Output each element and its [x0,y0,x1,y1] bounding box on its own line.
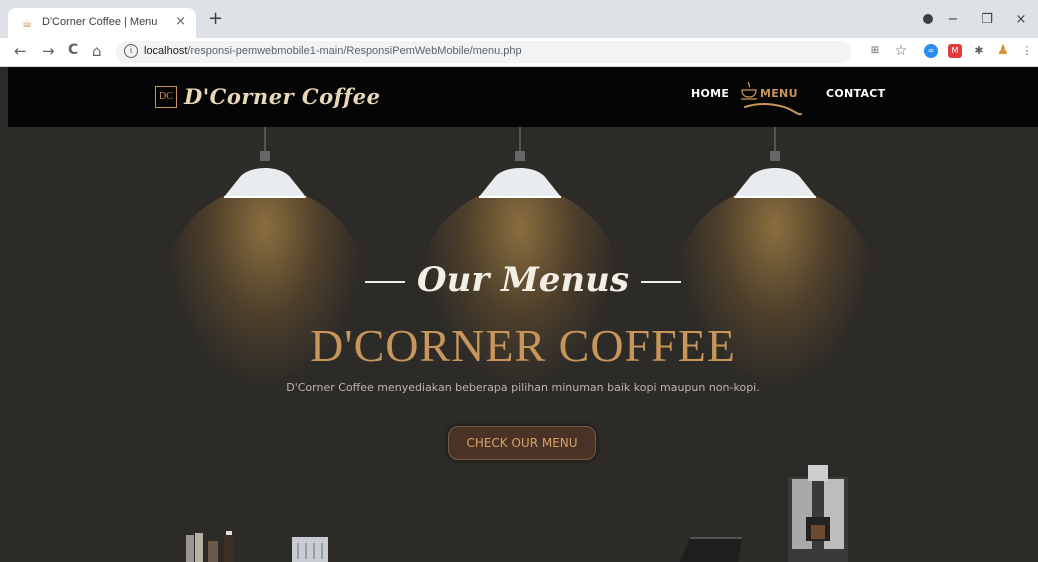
restore-button[interactable]: ❐ [970,12,1004,27]
hero-section: Our Menus D'CORNER COFFEE D'Corner Coffe… [8,127,1038,562]
browser-tab[interactable]: ☕ D'Corner Coffee | Menu × [8,8,196,38]
extensions-puzzle-icon[interactable]: ✱ [972,44,986,58]
url-path: /responsi-pemwebmobile1-main/ResponsiPem… [187,45,522,57]
hero-title: D'CORNER COFFEE [310,320,736,371]
browser-toolbar: ← → C ⌂ i localhost/responsi-pemwebmobil… [0,38,1038,67]
window-controls: − ❐ × [936,0,1038,38]
new-tab-button[interactable]: + [208,10,223,28]
nav-contact[interactable]: CONTACT [826,87,885,100]
extension-red-icon[interactable]: M [948,44,962,58]
site-navbar: DC D'Corner Coffee HOME MENU CONTACT [8,67,1038,127]
browser-menu-icon[interactable]: ⋮ [1020,44,1034,58]
coffee-favicon-icon: ☕ [21,16,33,30]
logo-text[interactable]: D'Corner Coffee [184,84,380,109]
translate-icon[interactable]: ⊞ [868,44,882,58]
home-button[interactable]: ⌂ [92,42,102,60]
check-menu-button[interactable]: CHECK OUR MENU [448,426,596,460]
active-underline-swoosh [744,103,802,116]
espresso-machine-image [788,465,848,562]
forward-button[interactable]: → [42,42,55,60]
info-icon[interactable]: i [124,44,138,58]
coffee-cup-icon [741,81,757,100]
subtitle-dash [640,281,681,283]
hero-subtitle: Our Menus [8,260,1038,300]
subtitle-dash [365,281,406,283]
extension-person-icon[interactable]: ♟ [996,44,1010,58]
reload-button[interactable]: C [68,42,78,58]
nav-menu[interactable]: MENU [760,87,798,100]
hero-subtitle-text: Our Menus [417,260,629,300]
hero-description: D'Corner Coffee menyediakan beberapa pil… [286,381,760,394]
profile-icon[interactable] [923,14,933,24]
back-button[interactable]: ← [14,42,27,60]
minimize-button[interactable]: − [936,12,970,27]
bookmark-star-icon[interactable]: ☆ [894,44,908,58]
extension-blue-icon[interactable]: ∞ [924,44,938,58]
tab-close-icon[interactable]: × [175,14,186,29]
logo-mark[interactable]: DC [155,86,177,108]
tab-title: D'Corner Coffee | Menu [42,16,158,28]
url-text[interactable]: localhost/responsi-pemwebmobile1-main/Re… [144,45,522,57]
address-bar[interactable]: i localhost/responsi-pemwebmobile1-main/… [116,41,851,63]
close-window-button[interactable]: × [1004,12,1038,27]
nav-home[interactable]: HOME [691,87,729,100]
cash-register-image [680,537,742,562]
url-host: localhost [144,45,188,57]
coffee-products-image [186,531,234,562]
coffee-bag-image [292,537,328,562]
browser-tabbar: ☕ D'Corner Coffee | Menu × + − ❐ × [0,0,1038,38]
